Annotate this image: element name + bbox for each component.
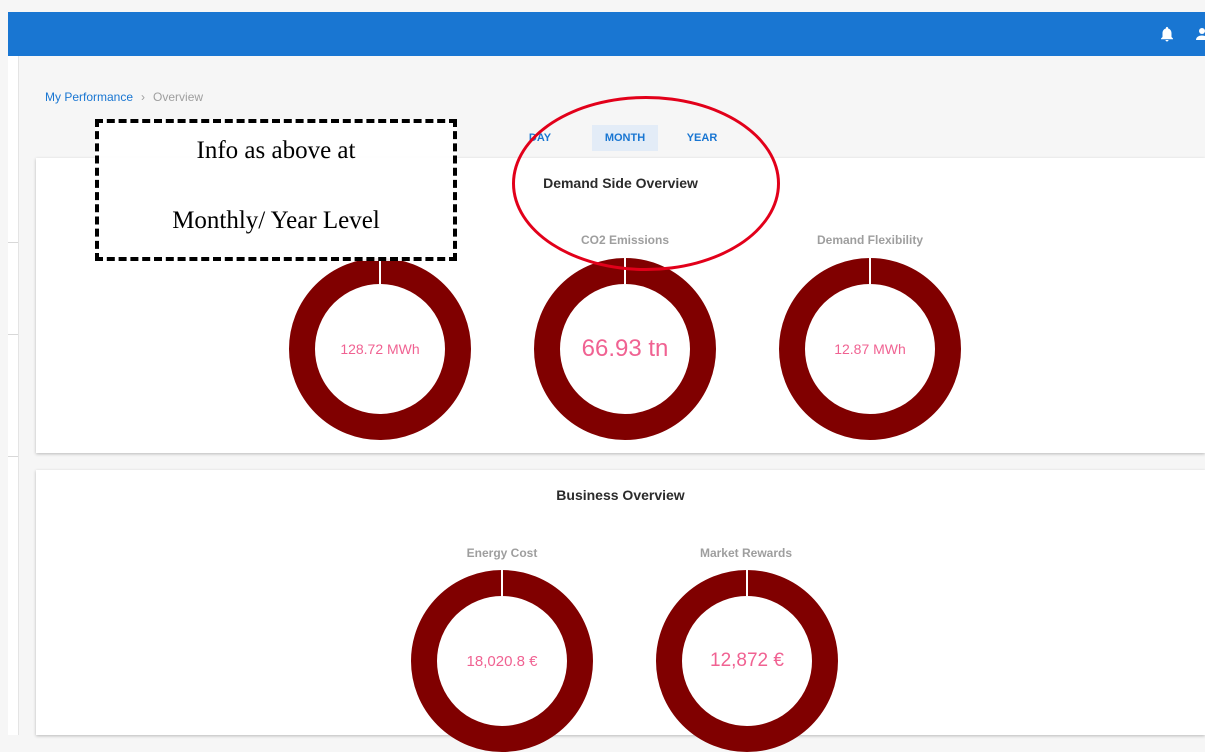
metric-value-energy-cost: 18,020.8 €: [466, 653, 538, 670]
period-toggle: DAY MONTH YEAR: [520, 125, 730, 151]
sidebar-collapsed: [8, 56, 19, 735]
business-title: Business Overview: [556, 487, 685, 503]
sidebar-divider: [8, 242, 18, 243]
metric-value-co2: 66.93 tn: [581, 335, 669, 362]
metric-label-energy-cost: Energy Cost: [466, 546, 538, 560]
annotation-line-2: Monthly/ Year Level: [172, 207, 380, 234]
breadcrumb: My Performance › Overview: [45, 90, 203, 104]
metric-label-market-rewards: Market Rewards: [699, 546, 793, 560]
breadcrumb-separator: ›: [141, 90, 146, 104]
business-card: Business Overview Energy Cost Market Rew…: [36, 470, 1205, 752]
breadcrumb-my-performance[interactable]: My Performance: [45, 90, 133, 104]
metric-label-flexibility: Demand Flexibility: [816, 233, 924, 247]
metric-label-co2: CO2 Emissions: [580, 233, 670, 247]
sidebar-divider: [8, 334, 18, 335]
metric-value-market-rewards: 12,872 €: [710, 650, 784, 671]
period-btn-day[interactable]: DAY: [520, 125, 560, 151]
app-header: [8, 12, 1205, 56]
period-btn-year[interactable]: YEAR: [674, 125, 730, 151]
bell-icon[interactable]: [1158, 25, 1176, 43]
metric-value-consumption: 128.72 MWh: [340, 341, 420, 357]
breadcrumb-current: Overview: [153, 90, 204, 104]
user-icon[interactable]: [1193, 25, 1205, 43]
annotation-callout-box: Info as above at Monthly/ Year Level: [95, 119, 457, 261]
annotation-line-1: Info as above at: [196, 137, 356, 164]
metric-value-flexibility: 12.87 MWh: [834, 341, 906, 357]
sidebar-divider: [8, 456, 18, 457]
period-btn-month[interactable]: MONTH: [592, 125, 658, 151]
